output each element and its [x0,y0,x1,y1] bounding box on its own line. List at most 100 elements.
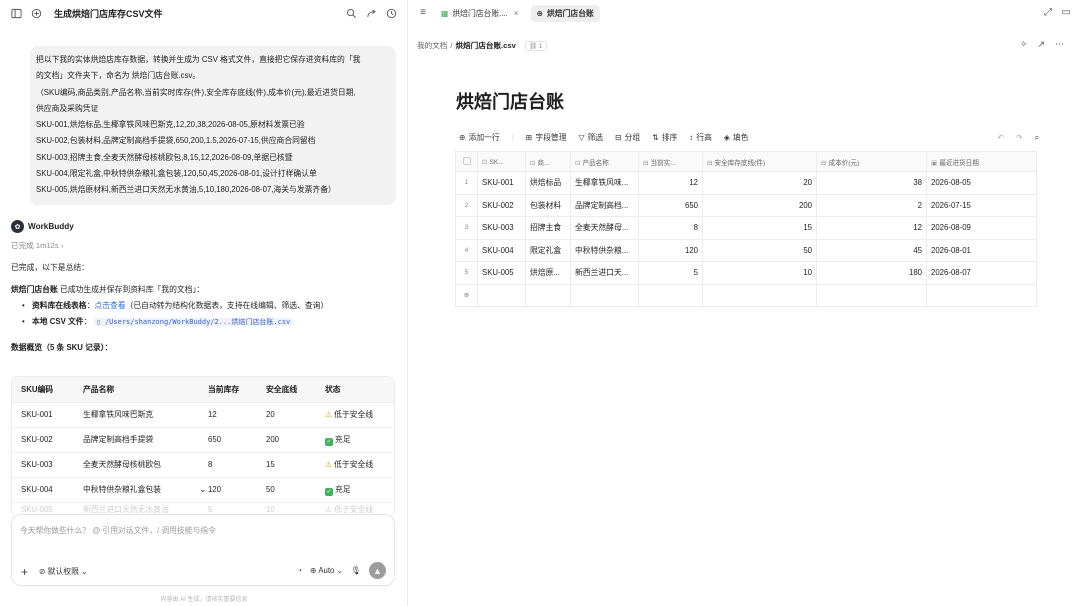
table-row[interactable]: 5 SKU-005 烘焙原... 新西兰进口天... 5 10 180 2026… [455,261,1037,285]
expand-icon[interactable]: ⤢ [1042,7,1054,19]
table-row[interactable]: 4 SKU-004 限定礼盒 中秋特供杂粮... 120 50 45 2026-… [455,238,1037,262]
table-cell[interactable]: 2 [816,193,927,217]
table-cell[interactable]: 全麦天然酵母... [570,216,639,240]
search-icon[interactable]: ⌕ [1035,133,1039,143]
tab-csv-file[interactable]: ▦ 烘焙门店台账.... × [435,5,525,22]
share-icon[interactable]: ↗ [1037,39,1045,50]
table-row[interactable]: 3 SKU-003 招牌主食 全麦天然酵母... 8 15 12 2026-08… [455,216,1037,240]
table-cell[interactable]: 10 [702,261,817,285]
result-bullets: 资料库在线表格：点击查看（已自动转为结构化数据表，支持在线编辑、筛选、查询） 本… [22,298,328,330]
add-row[interactable]: ⊕ [455,283,1037,307]
table-row[interactable]: 2 SKU-002 包装材料 品牌定制高档... 650 200 2 2026-… [455,193,1037,217]
search-icon[interactable] [345,7,357,19]
add-row-label: 添加一行 [468,133,500,142]
redo-icon[interactable]: ↷ [1016,133,1023,142]
table-cell: SKU-003 [12,452,74,478]
table-cell[interactable]: 38 [816,171,927,195]
view-link[interactable]: 点击查看 [94,301,125,310]
table-cell[interactable]: 5 [638,261,703,285]
table-cell[interactable]: 8 [638,216,703,240]
table-cell[interactable]: 180 [816,261,927,285]
row-height-button[interactable]: ↕ 行高 [689,132,712,143]
completion-status-text: 已完成 1m12s [11,241,59,250]
column-header[interactable]: ⊡ SK... [477,151,526,172]
table-cell[interactable]: 45 [816,238,927,262]
bullet-note: （已自动转为结构化数据表，支持在线编辑、筛选、查询） [125,301,329,310]
table-cell[interactable]: 限定礼盒 [525,238,571,262]
filter-button[interactable]: ▽ 筛选 [579,132,604,143]
add-attachment-icon[interactable]: + [21,565,28,579]
column-header[interactable]: ⊟ 安全库存底线(件) [702,151,817,172]
table-cell[interactable]: 200 [702,193,817,217]
table-cell[interactable]: 招牌主食 [525,216,571,240]
panel-toggle-icon[interactable]: ▭ [1060,7,1072,19]
sparkle-icon[interactable]: ✧ [1020,39,1028,50]
column-header[interactable]: ⊡ 商... [525,151,571,172]
table-cell[interactable]: 2026-07-15 [926,193,1037,217]
table-cell[interactable]: 烘焙原... [525,261,571,285]
table-cell[interactable]: 20 [702,171,817,195]
column-header[interactable]: ⊟ 成本价(元) [816,151,927,172]
table-cell[interactable]: 2026-08-01 [926,238,1037,262]
table-cell[interactable]: SKU-002 [477,193,526,217]
table-cell[interactable]: SKU-005 [477,261,526,285]
table-cell[interactable]: SKU-003 [477,216,526,240]
sort-button[interactable]: ⇅ 排序 [652,132,677,143]
table-cell[interactable]: 50 [702,238,817,262]
table-cell[interactable]: 12 [816,216,927,240]
table-cell[interactable]: SKU-004 [477,238,526,262]
table-cell[interactable]: 生椰拿铁风味... [570,171,639,195]
fields-button[interactable]: ⊞ 字段管理 [526,132,567,143]
file-path-chip[interactable]: ▯ /Users/shanzong/WorkBuddy/2...烘焙门店台账.c… [93,318,294,326]
table-cell[interactable]: 品牌定制高档... [570,193,639,217]
table-cell[interactable]: 包装材料 [525,193,571,217]
breadcrumb-folder[interactable]: 我的文档 [417,40,447,51]
link-count-badge[interactable]: ⛓ 1 [524,40,547,51]
scroll-down-icon[interactable]: ⌄ [199,484,207,495]
table-cell[interactable]: 中秋特供杂粮... [570,238,639,262]
table-cell: SKU-002 [12,427,74,453]
table-cell[interactable]: 2026-08-05 [926,171,1037,195]
table-row[interactable]: 1 SKU-001 烘焙标品 生椰拿铁风味... 12 20 38 2026-0… [455,171,1037,195]
column-header[interactable]: ▣ 最近进货日期 [926,151,1037,172]
permission-dropdown[interactable]: ⊘ 默认权限 ⌄ [39,566,88,577]
history-icon[interactable] [385,7,397,19]
close-icon[interactable]: × [514,9,519,18]
menu-icon[interactable]: ≡ [417,7,429,19]
select-all-cell[interactable] [455,151,478,172]
undo-icon[interactable]: ↶ [998,133,1005,142]
bullet-label: 资料库在线表格 [32,301,87,310]
column-header[interactable]: ⊡ 产品名称 [570,151,639,172]
column-header[interactable]: ⊟ 当前实... [638,151,703,172]
chat-input-box[interactable]: 今天帮你做些什么？ @ 引用对话文件，/ 调用技能与指令 + ⊘ 默认权限 ⌄ … [11,514,395,586]
link-count: 1 [538,42,543,50]
send-button[interactable]: ▲ [369,562,386,579]
table-cell[interactable]: 15 [702,216,817,240]
group-button[interactable]: ⊟ 分组 [615,132,640,143]
table-cell[interactable]: 2026-08-07 [926,261,1037,285]
table-cell[interactable]: SKU-001 [477,171,526,195]
completion-status[interactable]: 已完成 1m12s › [11,240,63,251]
warning-icon: ⚠ [325,504,332,514]
paint-bucket-icon: ◈ [723,133,730,142]
chat-input[interactable]: 今天帮你做些什么？ @ 引用对话文件，/ 调用技能与指令 [20,525,216,536]
select-all-checkbox[interactable] [462,156,471,165]
new-chat-icon[interactable] [30,7,42,19]
share-icon[interactable] [365,7,377,19]
microphone-icon[interactable]: 🎙︎ [351,566,361,575]
table-cell[interactable]: 12 [638,171,703,195]
table-cell[interactable]: 650 [638,193,703,217]
row-number: 1 [455,171,478,195]
tab-table[interactable]: ⊕ 烘焙门店台账 [530,4,600,22]
more-icon[interactable]: ⋯ [1055,39,1064,50]
add-row-button[interactable]: ⊕ 添加一行 [459,132,500,143]
table-cell[interactable]: 2026-08-09 [926,216,1037,240]
model-selector[interactable]: ⊕ Auto ⌄ [310,566,343,575]
filter-label: 筛选 [587,133,604,142]
table-cell[interactable]: 新西兰进口天... [570,261,639,285]
sidebar-toggle-icon[interactable] [10,7,22,19]
table-cell[interactable]: 120 [638,238,703,262]
add-row-icon[interactable]: ⊕ [455,283,478,307]
table-cell[interactable]: 烘焙标品 [525,171,571,195]
fill-color-button[interactable]: ◈ 填色 [724,132,749,143]
